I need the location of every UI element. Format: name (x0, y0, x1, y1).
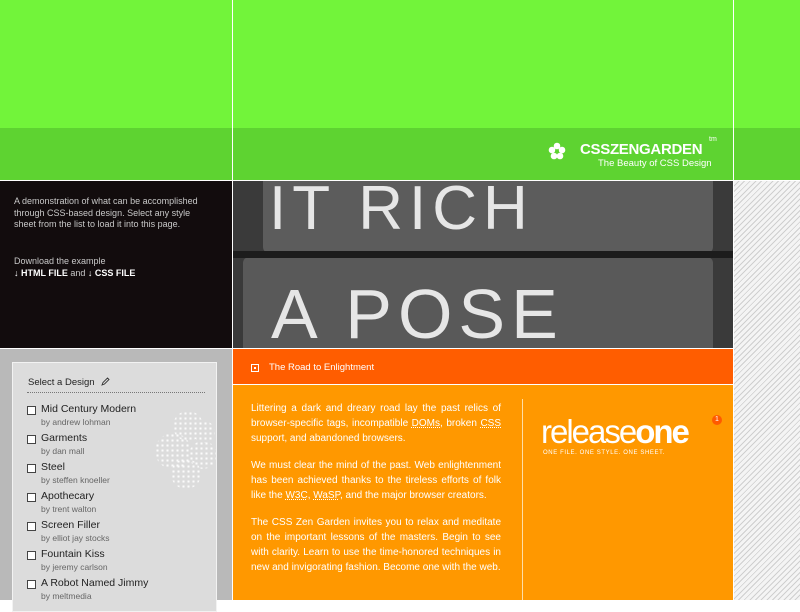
header-right-strip (734, 128, 800, 180)
release-badge: 1 (712, 415, 722, 425)
design-item[interactable]: Mid Century Modern by andrew lohman (27, 403, 215, 432)
paragraph-text: , and the major browser creators. (339, 490, 487, 501)
design-author[interactable]: by jeremy carlson (41, 562, 108, 572)
photo-text-top: IT RICH (269, 181, 534, 243)
paragraph: We must clear the mind of the past. Web … (251, 458, 501, 503)
site-logo[interactable]: CSSZENGARDEN tm The Beauty of CSS Design (548, 136, 728, 174)
design-name[interactable]: Apothecary (41, 490, 94, 502)
design-list-title-text: Select a Design (28, 377, 95, 388)
and-text: and (70, 268, 86, 278)
design-author[interactable]: by elliot jay stocks (41, 533, 110, 543)
logo-subtitle: The Beauty of CSS Design (598, 158, 712, 169)
design-name[interactable]: Fountain Kiss (41, 548, 105, 560)
paragraph-text: support, and abandoned browsers. (251, 433, 406, 444)
paragraph: The CSS Zen Garden invites you to relax … (251, 515, 501, 575)
checkbox-icon (27, 522, 36, 531)
intro-panel: A demonstration of what can be accomplis… (0, 181, 232, 348)
checkbox-icon (27, 493, 36, 502)
css-file-link[interactable]: CSS FILE (95, 268, 136, 278)
design-author[interactable]: by andrew lohman (41, 417, 110, 427)
pencil-icon (101, 377, 110, 386)
bullet-square-icon (251, 364, 259, 372)
checkbox-icon (27, 406, 36, 415)
hero-photo: IT RICH A POSE (233, 181, 733, 348)
design-author[interactable]: by dan mall (41, 446, 84, 456)
download-arrow-icon: ↓ (87, 268, 93, 278)
logo-title: CSSZENGARDEN (580, 141, 703, 158)
design-item[interactable]: Screen Filler by elliot jay stocks (27, 519, 215, 548)
design-name[interactable]: A Robot Named Jimmy (41, 577, 148, 589)
html-file-link[interactable]: HTML FILE (21, 268, 68, 278)
section-body: Littering a dark and dreary road lay the… (251, 401, 501, 587)
divider (733, 0, 734, 600)
design-selector: Select a Design Mid Century Modern by an… (12, 362, 217, 612)
design-name[interactable]: Screen Filler (41, 519, 100, 531)
design-list: Mid Century Modern by andrew lohman Garm… (27, 403, 215, 606)
divider (0, 180, 800, 181)
design-item[interactable]: Apothecary by trent walton (27, 490, 215, 519)
divider (27, 392, 205, 393)
w3c-link[interactable]: W3C (285, 490, 307, 501)
divider (522, 399, 523, 600)
design-name[interactable]: Garments (41, 432, 87, 444)
paragraph-text: The CSS Zen Garden invites you to relax … (251, 517, 501, 573)
paragraph-text: , broken (440, 418, 481, 429)
decorative-stripes (734, 181, 800, 600)
checkbox-icon (27, 551, 36, 560)
flower-icon (548, 142, 566, 160)
release-word: release (541, 413, 637, 450)
design-list-title: Select a Design (28, 377, 110, 388)
design-name[interactable]: Mid Century Modern (41, 403, 136, 415)
paragraph: Littering a dark and dreary road lay the… (251, 401, 501, 446)
header-left-strip (0, 128, 232, 180)
design-author[interactable]: by trent walton (41, 504, 96, 514)
release-one-wordmark: releaseone (541, 413, 690, 451)
checkbox-icon (27, 464, 36, 473)
design-item[interactable]: Fountain Kiss by jeremy carlson (27, 548, 215, 577)
download-links: Download the example ↓ HTML FILE and ↓ C… (14, 255, 224, 279)
design-item[interactable]: Steel by steffen knoeller (27, 461, 215, 490)
intro-text: A demonstration of what can be accomplis… (14, 196, 198, 229)
design-item[interactable]: A Robot Named Jimmy by meltmedia (27, 577, 215, 606)
section-heading-bar: The Road to Enlightment (233, 349, 733, 384)
design-author[interactable]: by steffen knoeller (41, 475, 110, 485)
abbr-css: CSS (480, 418, 501, 429)
design-name[interactable]: Steel (41, 461, 65, 473)
design-item[interactable]: Garments by dan mall (27, 432, 215, 461)
wasp-link[interactable]: WaSP (313, 490, 340, 501)
photo-text-bottom: A POSE (271, 275, 564, 348)
download-arrow-icon: ↓ (14, 268, 19, 278)
checkbox-icon (27, 435, 36, 444)
checkbox-icon (27, 580, 36, 589)
release-one-logo: releaseone 1 ONE FILE. ONE STYLE. ONE SH… (541, 413, 722, 473)
release-tagline: ONE FILE. ONE STYLE. ONE SHEET. (543, 450, 665, 456)
abbr-doms: DOMs (411, 418, 441, 429)
section-title: The Road to Enlightment (269, 362, 375, 373)
main-content: Littering a dark and dreary road lay the… (233, 385, 733, 600)
download-label: Download the example (14, 256, 106, 266)
logo-trademark: tm (709, 136, 717, 143)
one-word: one (635, 413, 690, 450)
